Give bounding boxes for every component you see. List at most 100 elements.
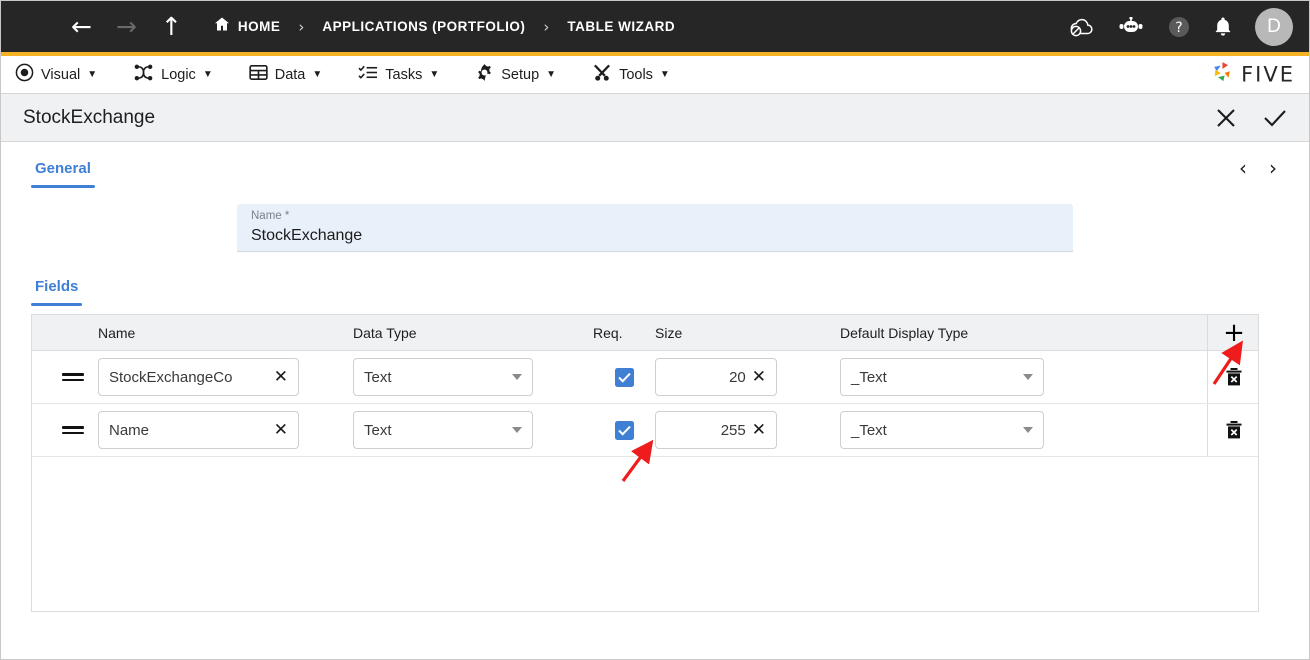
close-x-icon[interactable] <box>1215 107 1237 129</box>
breadcrumb-separator: › <box>543 17 550 36</box>
tab-fields[interactable]: Fields <box>31 274 82 303</box>
required-checkbox[interactable] <box>614 367 634 387</box>
five-brand-logo: FIVE <box>1209 59 1295 90</box>
menu-item-visual[interactable]: Visual ▼ <box>15 63 97 86</box>
task-list-icon <box>358 63 378 86</box>
menu-label-setup: Setup <box>501 66 540 83</box>
field-name-value: Name <box>109 421 150 439</box>
notifications-bell-icon[interactable] <box>1213 16 1233 38</box>
menu-label-data: Data <box>274 66 306 83</box>
required-checkbox[interactable] <box>614 420 634 440</box>
clear-field-name-icon[interactable]: ✕ <box>274 420 288 440</box>
menu-item-data[interactable]: Data ▼ <box>249 63 323 86</box>
robot-chat-icon[interactable] <box>1117 16 1145 37</box>
menu-item-setup[interactable]: Setup ▼ <box>475 63 556 86</box>
table-wizard-screen: ← → ↑ HOME › APPLICATIONS (PORTFOLIO) › … <box>0 0 1310 660</box>
menu-label-visual: Visual <box>41 66 81 83</box>
chevron-down-icon <box>512 427 522 433</box>
clear-field-size-icon[interactable]: ✕ <box>752 420 766 440</box>
menu-item-tasks[interactable]: Tasks ▼ <box>358 63 439 86</box>
data-type-value: Text <box>364 368 392 386</box>
data-type-select[interactable]: Text <box>353 411 533 449</box>
name-field-row: Name * StockExchange <box>31 204 1279 252</box>
breadcrumb: HOME › APPLICATIONS (PORTFOLIO) › TABLE … <box>214 16 675 37</box>
five-logo-mark-icon <box>1209 59 1235 90</box>
svg-text:?: ? <box>1175 20 1182 36</box>
field-name-input[interactable]: Name ✕ <box>98 411 299 449</box>
field-size-value: 255 <box>720 421 746 439</box>
chevron-down-icon <box>1023 374 1033 380</box>
field-name-value: StockExchangeCo <box>109 368 233 386</box>
column-header-name: Name <box>98 324 136 341</box>
eye-icon <box>15 63 34 86</box>
chevron-down-icon <box>512 374 522 380</box>
tab-fields-underline <box>31 303 83 306</box>
menu-label-tools: Tools <box>619 66 653 83</box>
topbar-actions: ? D <box>1069 7 1293 46</box>
chevron-down-icon <box>1023 427 1033 433</box>
fields-tab-row: Fields <box>31 274 1279 306</box>
menu-item-tools[interactable]: Tools ▼ <box>592 63 670 86</box>
logic-nodes-icon <box>133 63 154 86</box>
user-avatar[interactable]: D <box>1255 7 1293 46</box>
field-size-input[interactable]: 20 ✕ <box>655 358 777 396</box>
next-record-icon[interactable]: › <box>1269 156 1277 180</box>
fields-table: Name Data Type Req. Size Default Display… <box>31 314 1259 612</box>
add-field-button[interactable]: + <box>1207 315 1260 350</box>
tools-icon <box>592 63 612 86</box>
help-icon[interactable]: ? <box>1167 15 1191 39</box>
column-header-req: Req. <box>593 324 623 341</box>
chevron-down-icon: ▼ <box>429 69 440 80</box>
forward-arrow-icon[interactable]: → <box>116 14 137 39</box>
field-size-value: 20 <box>729 368 746 386</box>
cloud-off-icon[interactable] <box>1069 16 1095 38</box>
record-pager: ‹ › <box>1239 156 1277 180</box>
table-row: StockExchangeCo ✕ Text 20 ✕ _Text <box>32 351 1258 404</box>
previous-record-icon[interactable]: ‹ <box>1239 156 1247 180</box>
default-display-type-select[interactable]: _Text <box>840 411 1044 449</box>
home-icon <box>214 16 230 37</box>
avatar-initial: D <box>1267 15 1281 37</box>
default-display-type-value: _Text <box>851 368 887 386</box>
brand-name: FIVE <box>1241 62 1295 87</box>
chevron-down-icon: ▼ <box>202 69 213 80</box>
breadcrumb-item-table-wizard[interactable]: TABLE WIZARD <box>567 19 675 34</box>
breadcrumb-item-applications[interactable]: APPLICATIONS (PORTFOLIO) <box>322 19 525 34</box>
record-title-bar: StockExchange <box>1 94 1309 142</box>
delete-field-button[interactable] <box>1225 420 1243 440</box>
data-type-select[interactable]: Text <box>353 358 533 396</box>
delete-field-button[interactable] <box>1225 367 1243 387</box>
column-header-default-display-type: Default Display Type <box>840 324 969 341</box>
name-input[interactable]: Name * StockExchange <box>237 204 1073 252</box>
default-display-type-value: _Text <box>851 421 887 439</box>
chevron-down-icon: ▼ <box>659 69 670 80</box>
chevron-down-icon: ▼ <box>312 69 323 80</box>
tab-general[interactable]: General <box>31 156 95 185</box>
chevron-down-icon: ▼ <box>546 69 557 80</box>
data-type-value: Text <box>364 421 392 439</box>
page-title: StockExchange <box>23 106 156 128</box>
menu-item-logic[interactable]: Logic ▼ <box>133 63 213 86</box>
field-name-input[interactable]: StockExchangeCo ✕ <box>98 358 299 396</box>
default-display-type-select[interactable]: _Text <box>840 358 1044 396</box>
hamburger-menu-icon[interactable] <box>19 18 45 36</box>
table-row: Name ✕ Text 255 ✕ _Text <box>32 404 1258 457</box>
application-menu-bar: Visual ▼ Logic ▼ Data ▼ Tasks ▼ Setup ▼ … <box>1 56 1309 94</box>
save-checkmark-icon[interactable] <box>1263 107 1287 129</box>
clear-field-size-icon[interactable]: ✕ <box>752 367 766 387</box>
name-input-value: StockExchange <box>251 227 363 244</box>
drag-handle-icon[interactable] <box>62 426 84 434</box>
name-input-label: Name * <box>251 210 290 222</box>
breadcrumb-item-home[interactable]: HOME <box>238 19 281 34</box>
gear-icon <box>475 63 494 86</box>
clear-field-name-icon[interactable]: ✕ <box>274 367 288 387</box>
tab-general-underline <box>31 185 95 188</box>
menu-label-logic: Logic <box>161 66 196 83</box>
back-arrow-icon[interactable]: ← <box>71 14 92 39</box>
general-tab-row: General ‹ › <box>31 142 1279 188</box>
field-size-input[interactable]: 255 ✕ <box>655 411 777 449</box>
drag-handle-icon[interactable] <box>62 373 84 381</box>
fields-table-header: Name Data Type Req. Size Default Display… <box>32 315 1258 351</box>
up-arrow-icon[interactable]: ↑ <box>161 14 182 39</box>
top-navigation-bar: ← → ↑ HOME › APPLICATIONS (PORTFOLIO) › … <box>1 1 1309 56</box>
